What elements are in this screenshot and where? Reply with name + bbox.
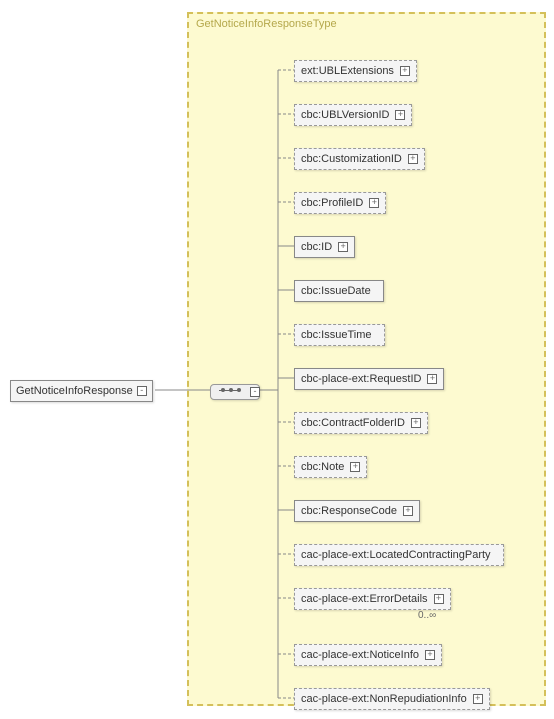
child-element[interactable]: cbc-place-ext:RequestID + xyxy=(294,368,444,390)
root-element[interactable]: GetNoticeInfoResponse - xyxy=(10,380,153,402)
expand-icon[interactable]: + xyxy=(350,462,360,472)
child-element-label: ext:UBLExtensions xyxy=(301,65,394,77)
child-element[interactable]: cac-place-ext:NoticeInfo + xyxy=(294,644,442,666)
child-element[interactable]: cbc:ID + xyxy=(294,236,355,258)
child-element-label: cbc:Note xyxy=(301,461,344,473)
expand-icon[interactable]: + xyxy=(473,694,483,704)
expand-icon[interactable]: + xyxy=(411,418,421,428)
sequence-dots-icon xyxy=(221,388,241,392)
expand-icon[interactable]: + xyxy=(395,110,405,120)
child-element-label: cbc:IssueDate xyxy=(301,285,371,297)
child-element-label: cbc:ResponseCode xyxy=(301,505,397,517)
expand-icon[interactable]: + xyxy=(425,650,435,660)
root-element-label: GetNoticeInfoResponse xyxy=(16,385,133,397)
expand-icon[interactable]: + xyxy=(338,242,348,252)
expand-icon[interactable]: + xyxy=(427,374,437,384)
sequence-shape: - xyxy=(210,384,260,400)
type-name-label: GetNoticeInfoResponseType xyxy=(196,18,337,30)
child-element-label: cbc:CustomizationID xyxy=(301,153,402,165)
child-element[interactable]: cbc:IssueDate xyxy=(294,280,384,302)
child-element[interactable]: cbc:ProfileID + xyxy=(294,192,386,214)
child-element[interactable]: cbc:IssueTime xyxy=(294,324,385,346)
child-element-label: cac-place-ext:LocatedContractingParty xyxy=(301,549,491,561)
child-element-label: cac-place-ext:NoticeInfo xyxy=(301,649,419,661)
expand-icon[interactable]: + xyxy=(434,594,444,604)
child-element-label: cbc:ID xyxy=(301,241,332,253)
diagram-canvas: GetNoticeInfoResponseType GetNoticeInfoR… xyxy=(0,0,554,719)
child-element[interactable]: cac-place-ext:ErrorDetails + xyxy=(294,588,451,610)
child-element-label: cbc:IssueTime xyxy=(301,329,372,341)
cardinality-label: 0..∞ xyxy=(418,610,436,621)
child-element-label: cbc:UBLVersionID xyxy=(301,109,389,121)
expand-icon[interactable]: - xyxy=(250,387,260,397)
child-element[interactable]: cac-place-ext:LocatedContractingParty xyxy=(294,544,504,566)
expand-icon[interactable]: + xyxy=(403,506,413,516)
expand-icon[interactable]: + xyxy=(400,66,410,76)
expand-icon[interactable]: - xyxy=(137,386,147,396)
child-element-label: cac-place-ext:ErrorDetails xyxy=(301,593,428,605)
child-element[interactable]: cbc:CustomizationID + xyxy=(294,148,425,170)
child-element[interactable]: cbc:ResponseCode + xyxy=(294,500,420,522)
child-element-label: cbc:ContractFolderID xyxy=(301,417,405,429)
expand-icon[interactable]: + xyxy=(369,198,379,208)
child-element-label: cac-place-ext:NonRepudiationInfo xyxy=(301,693,467,705)
expand-icon[interactable]: + xyxy=(408,154,418,164)
child-element[interactable]: cbc:Note + xyxy=(294,456,367,478)
child-element[interactable]: cbc:ContractFolderID + xyxy=(294,412,428,434)
sequence-compositor[interactable]: - xyxy=(210,384,258,398)
child-element[interactable]: ext:UBLExtensions + xyxy=(294,60,417,82)
child-element-label: cbc:ProfileID xyxy=(301,197,363,209)
child-element[interactable]: cac-place-ext:NonRepudiationInfo + xyxy=(294,688,490,710)
child-element-label: cbc-place-ext:RequestID xyxy=(301,373,421,385)
child-element[interactable]: cbc:UBLVersionID + xyxy=(294,104,412,126)
